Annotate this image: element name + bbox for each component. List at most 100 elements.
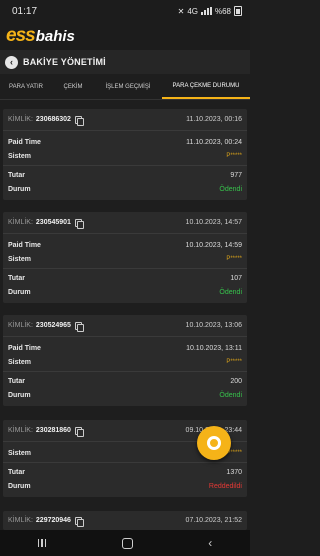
tutar-row: Tutar 200 [3,374,247,388]
kimlik-value: 230524965 [35,322,71,329]
durum-row: Durum Ödendi [3,285,247,299]
tutar-row: Tutar 107 [3,271,247,285]
tutar-label: Tutar [8,377,25,385]
kimlik-value: 230281860 [35,427,71,434]
status-time: 01:17 [12,5,38,17]
tab-label: PARA ÇEKME DURUMU [172,82,240,89]
copy-icon[interactable] [74,115,84,126]
divider [3,165,247,166]
network-type: 4G [187,6,198,16]
kimlik-label: KİMLİK: [8,322,33,329]
paid-time-row: Paid Time 10.10.2023, 14:59 [3,238,247,252]
chat-icon [207,436,221,450]
paid-time-label: Paid Time [8,344,41,352]
page-title: BAKİYE YÖNETİMİ [23,57,106,67]
kimlik: KİMLİK: 230281860 [8,426,84,437]
kimlik: KİMLİK: 230524965 [8,321,84,332]
paid-time-label: Paid Time [8,138,41,146]
copy-icon[interactable] [74,218,84,229]
withdrawal-card: KİMLİK: 230524965 10.10.2023, 13:06 Paid… [3,315,247,406]
brand-logo[interactable]: ess bahis [6,25,75,47]
logo-part-bahis: bahis [35,28,75,45]
sistem-value: P***** [226,153,242,159]
logo-part-ess: ess [6,25,36,46]
sistem-label: Sistem [8,358,31,366]
card-header: KİMLİK: 230686302 11.10.2023, 00:16 [3,109,247,131]
card-header: KİMLİK: 230524965 10.10.2023, 13:06 [3,315,247,337]
tutar-row: Tutar 1370 [3,465,247,479]
durum-row: Durum Ödendi [3,182,247,196]
kimlik-label: KİMLİK: [8,427,33,434]
request-date: 07.10.2023, 21:52 [185,517,242,524]
sistem-label: Sistem [8,152,31,160]
durum-row: Durum Ödendi [3,388,247,402]
kimlik-label: KİMLİK: [8,517,33,524]
kimlik-label: KİMLİK: [8,116,33,123]
sistem-value: P***** [226,359,242,365]
kimlik-value: 230545901 [35,219,71,226]
signal-icon [200,7,212,15]
request-date: 10.10.2023, 13:06 [185,322,242,329]
tutar-value: 107 [230,274,242,282]
home-icon[interactable] [121,537,133,549]
recent-apps-icon[interactable] [37,539,47,547]
copy-icon[interactable] [74,321,84,332]
tab-cekim[interactable]: ÇEKİM [52,74,94,99]
copy-icon[interactable] [74,516,84,527]
tab-label: ÇEKİM [63,83,83,90]
status-badge: Ödendi [219,391,242,399]
sistem-label: Sistem [8,255,31,263]
kimlik-value: 230686302 [35,116,71,123]
withdrawal-card: KİMLİK: 229720946 07.10.2023, 21:52 [3,511,247,530]
tab-islem-gecmisi[interactable]: İŞLEM GEÇMİŞİ [94,74,162,99]
tab-label: PARA YATIR [9,83,43,90]
tutar-label: Tutar [8,171,25,179]
durum-label: Durum [8,482,31,490]
durum-label: Durum [8,288,31,296]
paid-time-value: 11.10.2023, 00:24 [186,138,242,146]
copy-icon[interactable] [74,426,84,437]
request-date: 11.10.2023, 00:16 [186,116,242,123]
withdrawal-card: KİMLİK: 230545901 10.10.2023, 14:57 Paid… [3,212,247,303]
kimlik-label: KİMLİK: [8,219,33,226]
kimlik: KİMLİK: 230545901 [8,218,84,229]
status-badge: Ödendi [219,185,242,193]
paid-time-row: Paid Time 11.10.2023, 00:24 [3,135,247,149]
tab-para-yatir[interactable]: PARA YATIR [0,74,52,99]
page-header: ‹ BAKİYE YÖNETİMİ [0,50,250,74]
durum-label: Durum [8,391,31,399]
durum-row: Durum Reddedildi [3,479,247,493]
status-badge: Reddedildi [208,482,242,490]
sistem-row: Sistem P***** [3,355,247,369]
battery-icon [234,6,242,16]
divider [3,371,247,372]
tutar-value: 1370 [226,468,242,476]
system-nav-bar: ‹ [0,530,250,556]
card-header: KİMLİK: 229720946 07.10.2023, 21:52 [3,511,247,530]
back-arrow-icon[interactable]: ‹ [5,55,18,69]
divider [3,268,247,269]
mute-icon: ✕ [177,6,185,16]
tab-para-cekme-durumu[interactable]: PARA ÇEKME DURUMU [162,74,250,99]
battery-label: %68 [214,6,231,16]
paid-time-value: 10.10.2023, 14:59 [185,241,242,249]
durum-label: Durum [8,185,31,193]
tutar-value: 977 [230,171,242,179]
tab-label: İŞLEM GEÇMİŞİ [105,83,151,90]
tutar-value: 200 [230,377,242,385]
sistem-row: Sistem P***** [3,252,247,266]
back-icon[interactable]: ‹ [208,537,212,549]
kimlik-value: 229720946 [35,517,71,524]
support-chat-button[interactable] [197,426,231,460]
status-bar: 01:17 ✕ 4G %68 [0,0,250,22]
sistem-row: Sistem P***** [3,149,247,163]
request-date: 10.10.2023, 14:57 [185,219,242,226]
withdrawal-card: KİMLİK: 230686302 11.10.2023, 00:16 Paid… [3,109,247,200]
top-bar: ess bahis [0,22,250,50]
status-badge: Ödendi [219,288,242,296]
card-header: KİMLİK: 230545901 10.10.2023, 14:57 [3,212,247,234]
tutar-row: Tutar 977 [3,168,247,182]
kimlik: KİMLİK: 229720946 [8,516,84,527]
tutar-label: Tutar [8,274,25,282]
tab-bar: PARA YATIR ÇEKİM İŞLEM GEÇMİŞİ PARA ÇEKM… [0,74,250,100]
